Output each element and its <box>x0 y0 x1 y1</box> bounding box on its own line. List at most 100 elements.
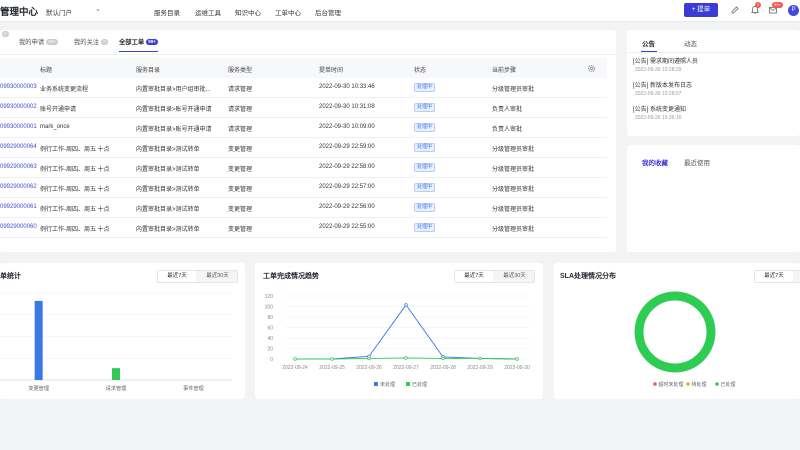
legend-label: 已处理 <box>412 381 427 388</box>
tab-activity[interactable]: 动态 <box>684 38 697 48</box>
notice-time: 2022-09-26 15:36:16 <box>635 115 682 121</box>
status-badge: 处理中 <box>414 163 436 172</box>
notice-title[interactable]: [公告] 系统变更通知 <box>633 104 686 113</box>
pie-slice <box>634 291 716 373</box>
ticket-id-link[interactable]: 09930000002 <box>0 104 37 110</box>
sla-card: SLA处理情况分布 最近7天 超时未处理 待处理 已处理 <box>554 263 800 399</box>
tab-all-tickets[interactable]: 全部工单 99+ <box>119 38 158 52</box>
notice-card: 公告 动态 [公告] 需求期间遵照人员 2022-09-30 10:28:29 … <box>627 30 800 136</box>
nav-ticket-center[interactable]: 工单中心 <box>275 7 301 17</box>
gear-icon[interactable] <box>587 64 596 73</box>
tab-tickets-prev[interactable]: 0 <box>0 30 9 44</box>
edit-icon[interactable] <box>730 5 740 15</box>
avatar[interactable]: P <box>788 5 799 16</box>
ticket-title: 例行工作-周四、周五 十点 <box>40 187 110 193</box>
tab-recently-used[interactable]: 最近使用 <box>684 157 710 167</box>
legend-swatch <box>406 382 410 386</box>
tab-notices[interactable]: 公告 <box>642 38 655 48</box>
legend-label: 待处理 <box>692 381 707 388</box>
tab-my-requests[interactable]: 我的申请 99+ <box>19 38 58 52</box>
ticket-catalog: 内置审批目录>测试转单 <box>136 147 200 153</box>
table-row[interactable]: 09929000063 例行工作-周四、周五 十点 内置审批目录>测试转单 变更管理 2… <box>0 158 607 178</box>
ticket-id-link[interactable]: 09929000061 <box>0 204 37 210</box>
x-tick-label: 事件管理 <box>183 384 205 392</box>
col-title: 标题 <box>40 68 53 74</box>
tickets-card: 0 我的申请 99+ 我的关注 0 全部工单 99+ 标题 服务目录 服务类型 提单时… <box>0 30 616 252</box>
table-row[interactable]: 09930000003 业务系统变更流程 内置审批目录>用户组审批... 请求管理 20… <box>0 78 607 98</box>
tab-my-favorites[interactable]: 我的收藏 <box>642 157 668 167</box>
status-badge: 处理中 <box>414 103 436 112</box>
ticket-title: 例行工作-周四、周五 十点 <box>40 227 110 233</box>
y-tick-label: 120 <box>265 294 274 300</box>
ticket-type: 变更管理 <box>228 207 253 213</box>
ticket-id-link[interactable]: 09930000003 <box>0 84 37 90</box>
ticket-time: 2022-09-29 22:55:00 <box>319 224 375 230</box>
ticket-id-link[interactable]: 09929000063 <box>0 164 37 170</box>
ticket-id-link[interactable]: 09929000064 <box>0 144 37 150</box>
ticket-stats-card: 单统计 最近7天 最近30天 变更管理 请求管理 事件管理 <box>0 263 245 399</box>
table-row[interactable]: 09929000064 例行工作-周四、周五 十点 内置审批目录>测试转单 变更管理 2… <box>0 138 607 158</box>
favorites-card: 我的收藏 最近使用 <box>627 145 800 252</box>
y-tick-label: 100 <box>265 304 274 310</box>
ticket-type: 变更管理 <box>228 227 253 233</box>
data-point <box>404 303 408 307</box>
tab-label: 全部工单 <box>119 39 145 46</box>
chevron-down-icon[interactable]: ⌄ <box>95 5 101 13</box>
status-badge: 处理中 <box>414 83 436 92</box>
legend-label: 未处理 <box>380 381 395 388</box>
x-tick-label: 2022-09-29 <box>467 365 493 371</box>
ticket-catalog: 内置审批目录>测试转单 <box>136 167 200 173</box>
ticket-title: 例行工作-周四、周五 十点 <box>40 147 110 153</box>
ticket-title: mark_once <box>40 124 70 130</box>
legend-label: 已处理 <box>721 381 736 388</box>
ticket-title: 业务系统变更流程 <box>40 87 89 93</box>
table-row[interactable]: 09929000062 例行工作-周四、周五 十点 内置审批目录>测试转单 变更管理 2… <box>0 178 607 198</box>
data-point <box>293 357 297 361</box>
status-badge: 处理中 <box>414 143 436 152</box>
col-status: 状态 <box>414 68 427 74</box>
status-badge: 处理中 <box>414 223 436 232</box>
ticket-id-link[interactable]: 09929000060 <box>0 224 37 230</box>
ticket-catalog: 内置审批目录>测试转单 <box>136 207 200 213</box>
ticket-catalog: 内置审批目录>测试转单 <box>136 187 200 193</box>
table-row[interactable]: 09930000001 mark_once 内置审批目录>账号开通申请 请求管理 202… <box>0 118 607 138</box>
col-type: 服务类型 <box>228 68 253 74</box>
top-bar: 管理中心 默认门户 ⌄ 服务目录 运维工具 知识中心 工单中心 后台管理 + 提… <box>0 0 800 22</box>
ticket-title: 账号开通申请 <box>40 107 77 113</box>
notice-title[interactable]: [公告] 需求期间遵照人员 <box>633 56 698 65</box>
table-row[interactable]: 09930000002 账号开通申请 内置审批目录>账号开通申请 请求管理 2022-0… <box>0 98 607 118</box>
ticket-time: 2022-09-29 22:57:00 <box>319 184 375 190</box>
x-tick-label: 2022-09-26 <box>356 365 382 371</box>
nav-service-catalog[interactable]: 服务目录 <box>154 7 180 17</box>
trend-card: 工单完成情况趋势 最近7天 最近30天 0 20 40 60 80 100 120 2022-… <box>255 263 543 399</box>
ticket-id-link[interactable]: 09929000062 <box>0 184 37 190</box>
tab-my-follows[interactable]: 我的关注 0 <box>74 38 108 52</box>
nav-admin[interactable]: 后台管理 <box>315 7 341 17</box>
col-catalog: 服务目录 <box>136 68 161 74</box>
y-tick-label: 60 <box>267 325 273 331</box>
brand-title: 管理中心 <box>0 7 39 18</box>
legend-swatch <box>653 382 657 386</box>
col-time: 提单时间 <box>319 68 344 74</box>
y-tick-label: 80 <box>267 315 273 321</box>
portal-selector[interactable]: 默认门户 <box>46 7 72 17</box>
legend-swatch <box>686 382 690 386</box>
nav-ops-tools[interactable]: 运维工具 <box>195 7 221 17</box>
ticket-step: 分级管理员审批 <box>492 207 535 213</box>
table-row[interactable]: 09929000060 例行工作-周四、周五 十点 内置审批目录>测试转单 变更管理 2… <box>0 218 607 238</box>
ticket-catalog: 内置审批目录>账号开通申请 <box>136 107 212 113</box>
legend-swatch <box>374 382 378 386</box>
nav-knowledge-center[interactable]: 知识中心 <box>235 7 261 17</box>
col-step: 当前步骤 <box>492 68 517 74</box>
notice-time: 2022-09-30 10:28:29 <box>635 67 682 73</box>
notice-title[interactable]: [公告] 新版本发布日志 <box>633 80 692 89</box>
table-row[interactable]: 09929000061 例行工作-周四、周五 十点 内置审批目录>测试转单 变更管理 2… <box>0 198 607 218</box>
ticket-step: 分级管理员审批 <box>492 147 535 153</box>
ticket-id-link[interactable]: 09930000001 <box>0 124 37 130</box>
ticket-step: 分级管理员审批 <box>492 167 535 173</box>
ticket-step: 负责人审批 <box>492 107 523 113</box>
ticket-step: 分级管理员审批 <box>492 87 535 93</box>
bar <box>112 368 120 380</box>
ticket-catalog: 内置审批目录>账号开通申请 <box>136 127 212 133</box>
submit-ticket-button[interactable]: + 提单 <box>684 3 718 17</box>
